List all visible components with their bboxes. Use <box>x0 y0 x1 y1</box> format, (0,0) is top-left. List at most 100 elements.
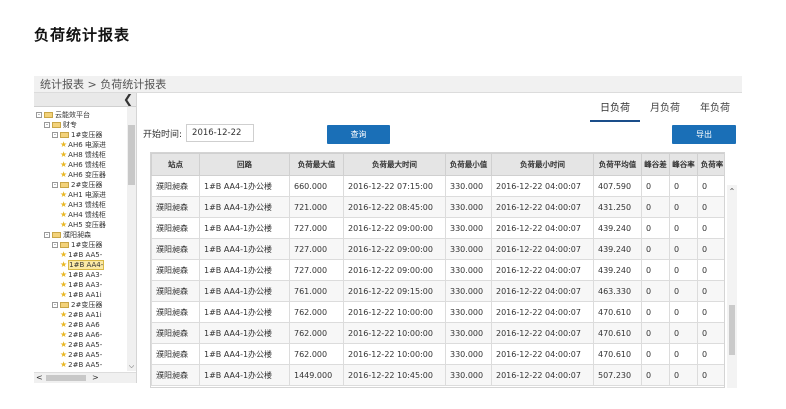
tree-leaf-node[interactable]: ★ AH3 馈线柜 <box>34 200 136 210</box>
tree-leaf-node[interactable]: ★ AH8 馈线柜 <box>34 150 136 160</box>
tree-folder-node[interactable]: - 财专 <box>34 120 136 130</box>
tree-leaf-node[interactable]: ★ AH1 电源进 <box>34 190 136 200</box>
tree-leaf-node[interactable]: ★ 1#B AA1i <box>34 290 136 300</box>
chevron-down-icon[interactable]: ⌵ <box>127 362 136 371</box>
column-header[interactable]: 峰谷差 <box>641 153 670 176</box>
star-icon: ★ <box>60 250 68 259</box>
tree-folder-node[interactable]: - 1#变压器 <box>34 130 136 140</box>
table-cell: 1#B AA4-1办公楼 <box>199 322 290 344</box>
table-cell: 330.000 <box>445 322 492 344</box>
table-cell: 1#B AA4-1办公楼 <box>199 175 290 197</box>
column-header[interactable]: 负荷最小时间 <box>491 153 594 176</box>
star-icon: ★ <box>60 310 68 319</box>
collapse-sidebar-button[interactable]: ❮ <box>34 93 136 107</box>
collapse-toggle-icon[interactable]: - <box>44 122 50 128</box>
tree-node-label: 濮阳昶森 <box>63 231 91 239</box>
table-cell: 0 <box>641 364 670 386</box>
table-row[interactable]: 濮阳昶森 1#B AA4-1办公楼 761.000 2016-12-22 09:15:… <box>151 280 724 302</box>
column-header[interactable]: 负荷最大值 <box>289 153 344 176</box>
table-cell: 2016-12-22 07:15:00 <box>343 175 446 197</box>
collapse-toggle-icon[interactable]: - <box>44 232 50 238</box>
star-icon: ★ <box>60 340 68 349</box>
table-row[interactable]: 濮阳昶森 1#B AA4-1办公楼 721.000 2016-12-22 08:45:… <box>151 196 724 218</box>
tree-vertical-scrollbar[interactable]: ⌵ <box>127 107 136 371</box>
tree-node-label: 2#B AA5- <box>68 351 103 359</box>
table-row[interactable]: 濮阳昶森 1#B AA4-1办公楼 727.000 2016-12-22 09:00:… <box>151 217 724 239</box>
tree-leaf-node[interactable]: ★ AH6 变压器 <box>34 170 136 180</box>
table-cell: 762.000 <box>289 322 344 344</box>
column-header[interactable]: 回路 <box>199 153 290 176</box>
column-header[interactable]: 负荷最小值 <box>445 153 492 176</box>
table-cell: 470.610 <box>593 322 642 344</box>
tree-leaf-node[interactable]: ★ 2#B AA1i <box>34 310 136 320</box>
column-header[interactable]: 负荷最大时间 <box>343 153 446 176</box>
page-title: 负荷统计报表 <box>34 26 131 44</box>
tree-leaf-node[interactable]: ★ 1#B AA3- <box>34 280 136 290</box>
scrollbar-thumb[interactable] <box>729 305 735 355</box>
chevron-right-icon[interactable]: > <box>92 373 99 382</box>
table-cell: 濮阳昶森 <box>151 322 200 344</box>
collapse-toggle-icon[interactable]: - <box>36 112 42 118</box>
table-cell: 濮阳昶森 <box>151 343 200 365</box>
chevron-left-icon[interactable]: < <box>36 373 43 382</box>
tree-node-label: 1#B AA5- <box>68 251 103 259</box>
column-header[interactable]: 峰谷率 <box>669 153 698 176</box>
tree-leaf-node[interactable]: ★ 2#B AA6 <box>34 320 136 330</box>
table-cell: 2016-12-22 04:00:07 <box>491 280 594 302</box>
tree-folder-node[interactable]: - 2#变压器 <box>34 300 136 310</box>
tree-folder-node[interactable]: - 1#变压器 <box>34 240 136 250</box>
tree-leaf-node[interactable]: ★ 1#B AA3- <box>34 270 136 280</box>
chevron-up-icon[interactable]: ⌃ <box>727 187 737 196</box>
table-vertical-scrollbar[interactable]: ⌃ <box>727 185 737 388</box>
tree-leaf-node[interactable]: ★ 2#B AA5- <box>34 340 136 350</box>
column-header[interactable]: 负荷平均值 <box>593 153 642 176</box>
tree-node-label: 1#B AA1i <box>68 291 102 299</box>
tree-leaf-node[interactable]: ★ AH5 变压器 <box>34 220 136 230</box>
table-row[interactable]: 濮阳昶森 1#B AA4-1办公楼 1449.000 2016-12-22 10:45… <box>151 364 724 386</box>
tree-leaf-node[interactable]: ★ AH6 馈线柜 <box>34 160 136 170</box>
collapse-toggle-icon[interactable]: - <box>52 302 58 308</box>
tree-leaf-node[interactable]: ★ 2#B AA6- <box>34 330 136 340</box>
collapse-toggle-icon[interactable]: - <box>52 132 58 138</box>
tree-node-label: 财专 <box>63 121 77 129</box>
table-cell: 330.000 <box>445 238 492 260</box>
tree-leaf-node[interactable]: ★ 1#B AA5- <box>34 250 136 260</box>
table-row[interactable]: 濮阳昶森 1#B AA4-1办公楼 762.000 2016-12-22 10:00:… <box>151 301 724 323</box>
collapse-toggle-icon[interactable]: - <box>52 182 58 188</box>
table-cell: 2016-12-22 09:00:00 <box>343 238 446 260</box>
start-time-input[interactable] <box>186 124 255 142</box>
table-cell: 0 <box>697 301 724 323</box>
tree-horizontal-scrollbar[interactable]: < > <box>34 372 136 383</box>
tab-period[interactable]: 日负荷 <box>590 96 640 122</box>
tree-node-label: 2#B AA1i <box>68 311 102 319</box>
tab-period[interactable]: 月负荷 <box>640 96 690 122</box>
collapse-toggle-icon[interactable]: - <box>52 242 58 248</box>
tree-leaf-node[interactable]: ★ 1#B AA4- <box>34 260 136 270</box>
column-header[interactable]: 站点 <box>151 153 200 176</box>
table-row[interactable]: 濮阳昶森 1#B AA4-1办公楼 727.000 2016-12-22 09:00:… <box>151 259 724 281</box>
tree-node-label: 1#B AA3- <box>68 281 103 289</box>
table-row[interactable]: 濮阳昶森 1#B AA4-1办公楼 762.000 2016-12-22 10:00:… <box>151 343 724 365</box>
tree-node-label: 2#变压器 <box>71 301 103 309</box>
tab-period[interactable]: 年负荷 <box>690 96 740 122</box>
chevron-left-icon: ❮ <box>122 93 133 106</box>
scrollbar-thumb[interactable] <box>46 375 86 381</box>
table-cell: 330.000 <box>445 196 492 218</box>
column-header[interactable]: 负荷率 <box>697 153 724 176</box>
tree-leaf-node[interactable]: ★ AH4 馈线柜 <box>34 210 136 220</box>
tree-folder-node[interactable]: - 云能效平台 <box>34 110 136 120</box>
export-button[interactable]: 导出 <box>672 125 736 144</box>
table-row[interactable]: 濮阳昶森 1#B AA4-1办公楼 660.000 2016-12-22 07:15:… <box>151 175 724 197</box>
tree-folder-node[interactable]: - 2#变压器 <box>34 180 136 190</box>
table-row[interactable]: 濮阳昶森 1#B AA4-1办公楼 727.000 2016-12-22 09:00:… <box>151 238 724 260</box>
folder-icon <box>60 132 69 138</box>
folder-icon <box>52 232 61 238</box>
tree-leaf-node[interactable]: ★ AH6 电源进 <box>34 140 136 150</box>
table-row[interactable]: 濮阳昶森 1#B AA4-1办公楼 762.000 2016-12-22 10:00:… <box>151 322 724 344</box>
query-button[interactable]: 查询 <box>327 125 390 144</box>
tree-leaf-node[interactable]: ★ 2#B AA5- <box>34 350 136 360</box>
tree-folder-node[interactable]: - 濮阳昶森 <box>34 230 136 240</box>
scrollbar-thumb[interactable] <box>128 125 135 185</box>
tree-node-label: 1#变压器 <box>71 241 103 249</box>
tree-leaf-node[interactable]: ★ 2#B AA5- <box>34 360 136 370</box>
